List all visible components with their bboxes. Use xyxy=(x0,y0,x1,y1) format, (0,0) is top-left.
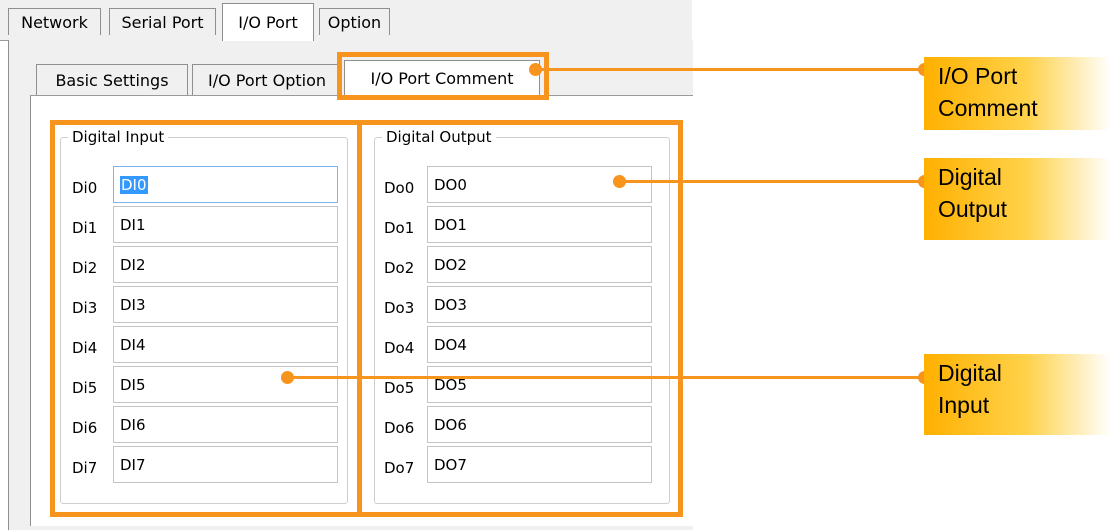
tab-serial-port-label: Serial Port xyxy=(121,12,204,32)
callout-digital-output-line1: Digital xyxy=(938,164,1002,190)
callout-digital-output: Digital Output xyxy=(924,158,1111,240)
subtab-io-port-option-label: I/O Port Option xyxy=(208,70,326,90)
highlight-io-port-comment-tab xyxy=(337,52,549,100)
subtab-io-port-option[interactable]: I/O Port Option xyxy=(192,64,342,95)
leader-dot-input xyxy=(281,371,294,384)
callout-digital-input-line1: Digital xyxy=(938,360,1002,386)
tab-network-label: Network xyxy=(21,12,88,32)
callout-io-port-comment-line2: Comment xyxy=(938,95,1038,121)
callout-io-port-comment: I/O Port Comment xyxy=(924,57,1111,130)
leader-dot-output xyxy=(613,175,626,188)
leader-dot-comment xyxy=(529,63,542,76)
tab-option-label: Option xyxy=(327,12,382,32)
leader-line-output xyxy=(620,180,926,183)
callout-io-port-comment-line1: I/O Port xyxy=(938,63,1018,89)
tab-io-port-label: I/O Port xyxy=(238,13,298,32)
highlight-digital-input xyxy=(50,120,362,517)
tab-io-port[interactable]: I/O Port xyxy=(222,3,314,41)
callout-digital-input: Digital Input xyxy=(924,354,1111,435)
callout-digital-input-line2: Input xyxy=(938,392,990,418)
leader-line-comment xyxy=(536,68,926,71)
callout-digital-output-line2: Output xyxy=(938,196,1008,222)
tab-network[interactable]: Network xyxy=(8,8,101,35)
subtab-basic-settings[interactable]: Basic Settings xyxy=(36,64,188,95)
tab-option[interactable]: Option xyxy=(319,8,390,35)
tab-serial-port[interactable]: Serial Port xyxy=(109,8,216,35)
subtab-basic-settings-label: Basic Settings xyxy=(55,70,169,90)
leader-line-input xyxy=(288,376,926,379)
